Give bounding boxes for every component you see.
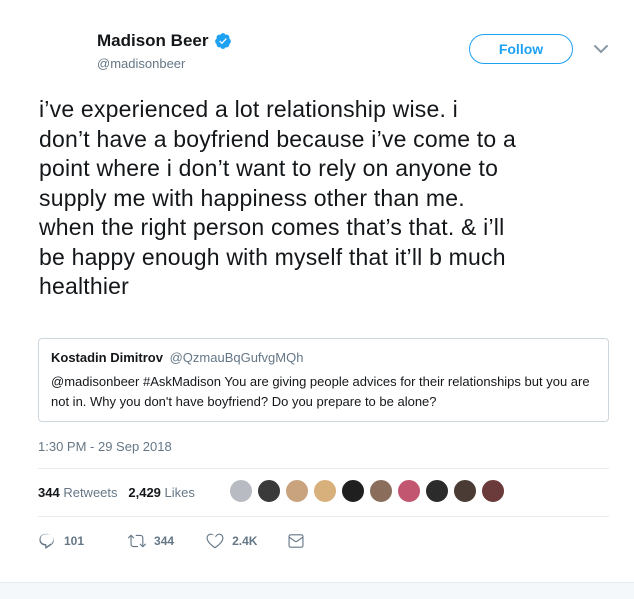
likes-stat[interactable]: 2,429 Likes <box>128 485 195 500</box>
retweet-icon <box>128 534 147 548</box>
envelope-icon <box>288 534 304 548</box>
liker-avatars <box>229 479 505 503</box>
liker-avatar[interactable] <box>285 479 309 503</box>
retweet-action[interactable]: 344 <box>128 532 174 550</box>
liker-avatar[interactable] <box>397 479 421 503</box>
follow-button[interactable]: Follow <box>469 34 573 64</box>
reply-bar <box>0 582 634 599</box>
chevron-down-icon[interactable] <box>593 43 609 55</box>
liker-avatar[interactable] <box>229 479 253 503</box>
message-action[interactable] <box>287 532 305 550</box>
quoted-author-name: Kostadin Dimitrov <box>51 350 163 365</box>
divider <box>38 468 609 469</box>
retweets-stat[interactable]: 344 Retweets <box>38 485 118 500</box>
quoted-header: Kostadin Dimitrov @QzmauBqGufvgMQh <box>51 350 303 365</box>
author-name[interactable]: Madison Beer <box>97 31 208 51</box>
tweet-card: Madison Beer @madisonbeer Follow i’ve ex… <box>0 0 634 599</box>
liker-avatar[interactable] <box>313 479 337 503</box>
retweets-label: Retweets <box>63 485 118 500</box>
retweet-count: 344 <box>154 534 175 548</box>
divider <box>38 516 609 517</box>
quoted-author-handle: @QzmauBqGufvgMQh <box>169 350 304 365</box>
action-bar: 101 344 2.4K <box>38 532 305 550</box>
likes-label: Likes <box>164 485 195 500</box>
tweet-timestamp[interactable]: 1:30 PM - 29 Sep 2018 <box>38 439 172 454</box>
engagement-stats: 344 Retweets 2,429 Likes <box>38 485 195 500</box>
like-action[interactable]: 2.4K <box>206 532 257 550</box>
reply-action[interactable]: 101 <box>38 532 84 550</box>
quoted-text: @madisonbeer #AskMadison You are giving … <box>51 374 590 409</box>
like-count: 2.4K <box>232 534 258 548</box>
tweet-text: i’ve experienced a lot relationship wise… <box>39 96 516 299</box>
liker-avatar[interactable] <box>481 479 505 503</box>
author-name-row[interactable]: Madison Beer <box>97 31 232 51</box>
likes-count: 2,429 <box>128 485 161 500</box>
liker-avatar[interactable] <box>257 479 281 503</box>
liker-avatar[interactable] <box>425 479 449 503</box>
verified-badge-icon <box>215 33 232 49</box>
liker-avatar[interactable] <box>453 479 477 503</box>
heart-icon <box>206 533 224 549</box>
quoted-tweet[interactable]: Kostadin Dimitrov @QzmauBqGufvgMQh @madi… <box>38 338 609 422</box>
liker-avatar[interactable] <box>369 479 393 503</box>
author-handle[interactable]: @madisonbeer <box>97 56 185 71</box>
reply-icon <box>39 533 54 549</box>
reply-count: 101 <box>64 534 85 548</box>
liker-avatar[interactable] <box>341 479 365 503</box>
avatar[interactable] <box>26 26 74 74</box>
retweets-count: 344 <box>38 485 60 500</box>
